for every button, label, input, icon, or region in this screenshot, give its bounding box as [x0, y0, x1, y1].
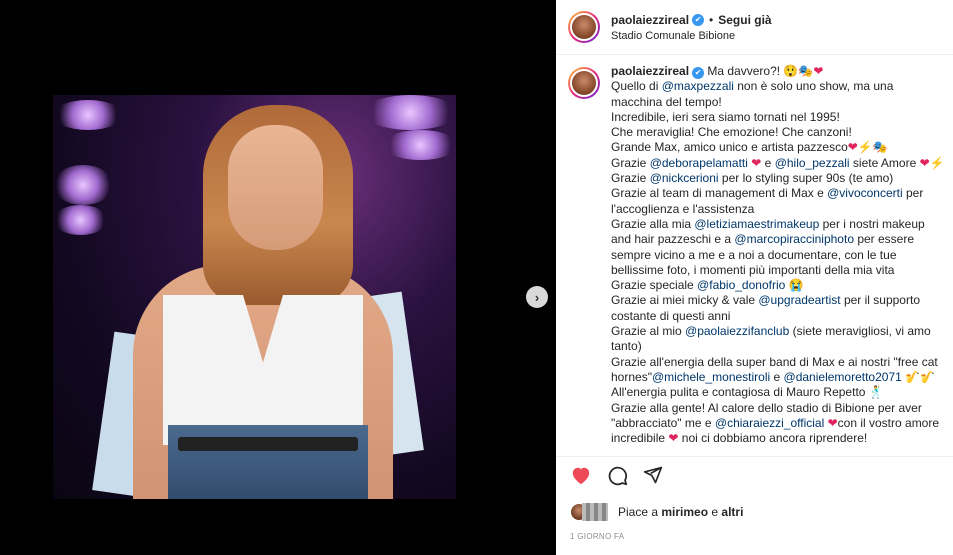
mention-link[interactable]: @chiaraiezzi_official [715, 416, 824, 430]
comment-button[interactable] [606, 464, 628, 486]
caption-text-segment: Grazie [611, 171, 650, 186]
caption-line: Grande Max, amico unico e artista pazzes… [611, 140, 945, 155]
caption-line: Che meraviglia! Che emozione! Che canzon… [611, 125, 945, 140]
like-button[interactable] [570, 464, 592, 486]
caption-line: Grazie @nickcerioni per lo styling super… [611, 171, 945, 186]
liker-avatars [570, 503, 610, 521]
mention-link[interactable]: @deborapelamatti [650, 156, 748, 170]
caption-line: Grazie alla mia @letiziamaestrimakeup pe… [611, 217, 945, 278]
avatar[interactable] [568, 11, 600, 43]
caption-line: All'energia pulita e contagiosa di Mauro… [611, 385, 945, 400]
heart-emoji-icon: ❤ [827, 415, 838, 430]
caption-username-link[interactable]: paolaiezzireal [611, 64, 689, 78]
comment-icon [608, 466, 627, 485]
likes-prefix: Piace a [618, 505, 662, 519]
stage-light [53, 165, 113, 205]
caption-text-segment: e [770, 369, 784, 384]
likes-conj: e [708, 505, 722, 519]
caption-text-segment: Ma davvero?! 😲🎭 [707, 64, 814, 78]
post-header: paolaiezzireal ✔ • Segui già Stadio Comu… [556, 0, 953, 55]
mention-link[interactable]: @nickcerioni [650, 171, 719, 185]
caption-text-segment: noi ci dobbiamo ancora riprendere! [678, 431, 868, 446]
mention-link[interactable]: @michele_monestiroli [652, 370, 770, 384]
caption-line: Grazie ai miei micky & vale @upgradearti… [611, 293, 945, 324]
caption-line: Grazie @deborapelamatti ❤ e @hilo_pezzal… [611, 156, 945, 171]
caption-area: paolaiezzireal ✔ Ma davvero?! 😲🎭❤ Quello d… [568, 64, 945, 456]
mention-link[interactable]: @hilo_pezzali [775, 156, 850, 170]
caption-text-segment: Grande Max, amico unico e artista pazzes… [611, 140, 848, 155]
caption-text-segment: Quello di [611, 79, 662, 94]
heart-emoji-icon: ❤ [668, 431, 679, 446]
caption-text: paolaiezzireal ✔ Ma davvero?! 😲🎭❤ Quello d… [611, 64, 945, 456]
share-button[interactable] [642, 464, 664, 486]
stage-light [383, 130, 456, 160]
heart-emoji-icon: ❤ [847, 140, 858, 155]
caption-text-segment: Grazie alla mia [611, 216, 695, 231]
caption-text-segment: Grazie al team di management di Max e [611, 186, 828, 201]
caption-line: Grazie speciale @fabio_donofrio 😭 [611, 278, 945, 293]
photo-belt [178, 437, 358, 451]
likes-others-link[interactable]: altri [721, 505, 743, 519]
username-link[interactable]: paolaiezzireal [611, 13, 689, 27]
caption-text-segment: siete Amore [849, 155, 920, 170]
mention-link[interactable]: @upgradeartist [758, 293, 840, 307]
mention-link[interactable]: @danielemoretto2071 [784, 370, 902, 384]
caption-line: Quello di @maxpezzali non è solo uno sho… [611, 79, 945, 110]
caption-text-segment: e [761, 155, 775, 170]
action-bar [570, 464, 664, 486]
separator-dot: • [709, 12, 714, 27]
caption-text-segment: 🎷🎷 [901, 369, 936, 384]
caption-line: Grazie al mio @paolaiezzifanclub (siete … [611, 324, 945, 355]
avatar [582, 503, 608, 521]
caption-text-segment: ⚡🎭 [857, 140, 888, 155]
photo-face [228, 125, 323, 250]
caption-text-segment: Grazie [611, 155, 650, 170]
caption-text-segment: ⚡ [929, 155, 945, 170]
caption-line: Grazie alla gente! Al calore dello stadi… [611, 401, 945, 447]
caption-text-segment: Grazie speciale [611, 278, 698, 293]
verified-badge-icon: ✔ [692, 67, 705, 79]
likes-summary: Piace a mirimeo e altri [570, 503, 743, 521]
caption-text-segment: 😭 [785, 278, 804, 293]
mention-link[interactable]: @marcopiraccinіphoto [734, 232, 854, 246]
avatar[interactable] [568, 67, 600, 99]
mention-link[interactable]: @fabio_donofrio [697, 278, 785, 292]
mention-link[interactable]: @letiziamaestrimakeup [694, 217, 819, 231]
caption-line: Grazie all'energia della super band di M… [611, 355, 945, 386]
post-timestamp[interactable]: 1 GIORNO FA [570, 532, 624, 541]
chevron-right-icon: › [534, 289, 540, 305]
stage-light [53, 205, 108, 235]
share-icon [643, 466, 663, 484]
stage-light [363, 95, 456, 130]
mention-link[interactable]: @vivoconcerti [827, 186, 903, 200]
verified-badge-icon: ✔ [692, 13, 705, 26]
heart-emoji-icon: ❤ [751, 155, 762, 170]
heart-emoji-icon: ❤ [813, 64, 824, 78]
location-link[interactable]: Stadio Comunale Bibione [611, 30, 772, 42]
caption-text-segment: All'energia pulita e contagiosa di Mauro… [611, 385, 884, 400]
caption-text-segment: Grazie ai miei micky & vale [611, 293, 759, 308]
heart-emoji-icon: ❤ [919, 155, 930, 170]
post-side-panel: paolaiezzireal ✔ • Segui già Stadio Comu… [556, 0, 953, 555]
caption-text-segment: Che meraviglia! Che emozione! Che canzon… [611, 125, 852, 140]
heart-filled-icon [572, 467, 590, 485]
caption-text-segment: per lo styling super 90s (te amo) [718, 171, 894, 186]
stage-light [53, 100, 123, 130]
post-media: › [0, 0, 556, 555]
caption-line: Grazie al team di management di Max e @v… [611, 186, 945, 217]
liker-username-link[interactable]: mirimeo [661, 505, 708, 519]
post-photo[interactable] [53, 95, 456, 499]
caption-line: Ma davvero?! 😲🎭❤ [707, 64, 823, 78]
follow-button[interactable]: Segui già [718, 13, 771, 27]
divider [556, 456, 953, 457]
mention-link[interactable]: @paolaiezzifanclub [685, 324, 789, 338]
caption-text-segment: Grazie al mio [611, 324, 686, 339]
caption-line: Incredibile, ieri sera siamo tornati nel… [611, 110, 945, 125]
next-arrow-button[interactable]: › [526, 286, 548, 308]
mention-link[interactable]: @maxpezzali [662, 79, 734, 93]
caption-text-segment: Incredibile, ieri sera siamo tornati nel… [611, 109, 840, 124]
